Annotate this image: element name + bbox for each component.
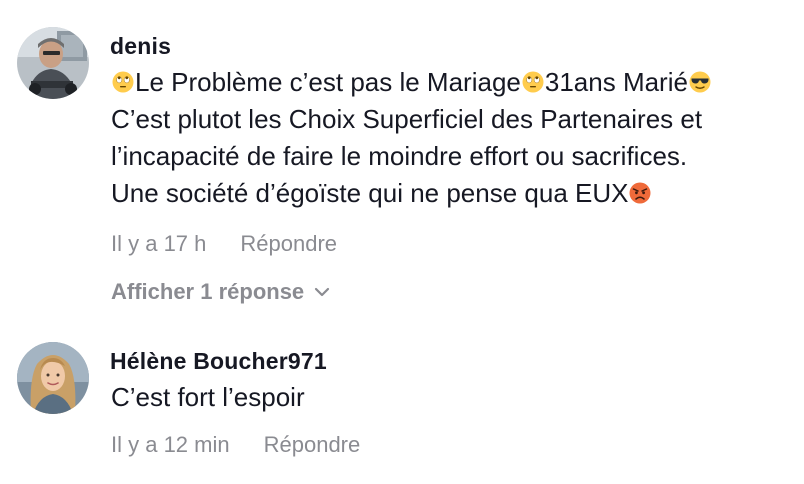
comment-text: Le Problème c’est pas le Mariage 31ans Ma… <box>111 64 791 212</box>
comment-line: Le Problème c’est pas le Mariage 31ans Ma… <box>111 64 791 101</box>
avatar[interactable] <box>17 27 89 99</box>
comment-item: Hélène Boucher971 C’est fort l’espoir Il… <box>0 330 804 480</box>
comment-timestamp: Il y a 12 min <box>111 432 230 457</box>
comment-meta: Il y a 17 h Répondre <box>111 231 337 257</box>
rolling-eyes-emoji <box>112 71 134 93</box>
comment-text-segment: Une société d’égoïste qui ne pense qua E… <box>111 178 629 208</box>
sunglasses-emoji <box>689 71 711 93</box>
show-replies-button[interactable]: Afficher 1 réponse <box>111 277 330 305</box>
comment-text-segment: 31ans Marié <box>544 67 688 97</box>
angry-face-emoji <box>629 182 651 204</box>
comment-meta: Il y a 12 min Répondre <box>111 432 360 458</box>
comment-text-segment: Le Problème c’est pas le Mariage <box>135 67 521 97</box>
comment-item: denis Le Problème c’est pas le Mariage 31… <box>0 0 804 320</box>
avatar[interactable] <box>17 342 89 414</box>
comment-line: l’incapacité de faire le moindre effort … <box>111 141 688 171</box>
comments-list: denis Le Problème c’est pas le Mariage 31… <box>0 0 804 484</box>
reply-button[interactable]: Répondre <box>264 432 361 458</box>
comment-timestamp: Il y a 17 h <box>111 231 207 256</box>
chevron-down-icon <box>314 277 330 303</box>
rolling-eyes-emoji <box>522 71 544 93</box>
comment-line: C’est plutot les Choix Superficiel des P… <box>111 104 703 134</box>
show-replies-label: Afficher 1 réponse <box>111 279 305 304</box>
reply-button[interactable]: Répondre <box>240 231 337 257</box>
comment-line: Une société d’égoïste qui ne pense qua E… <box>111 175 791 212</box>
comment-author[interactable]: Hélène Boucher971 <box>110 348 327 375</box>
comment-text: C’est fort l’espoir <box>111 382 305 412</box>
comment-author[interactable]: denis <box>110 33 171 60</box>
